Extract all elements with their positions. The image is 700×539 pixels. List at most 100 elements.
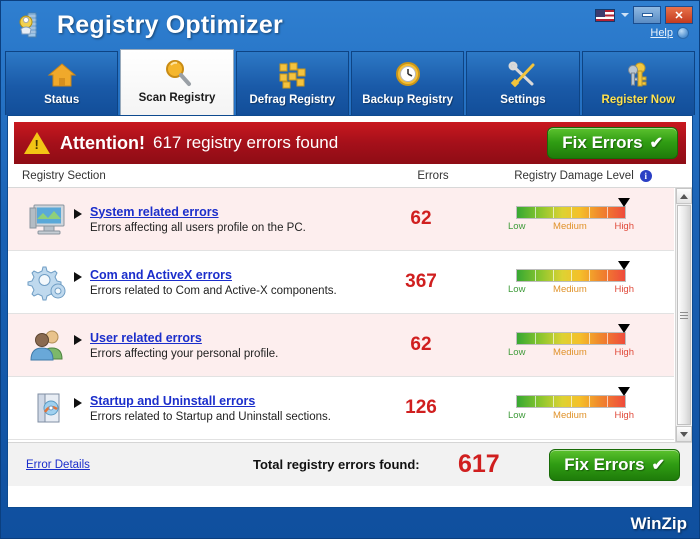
- section-link[interactable]: Startup and Uninstall errors: [90, 394, 331, 408]
- gauge-labels: Low Medium High: [508, 221, 634, 232]
- gauge-labels: Low Medium High: [508, 410, 634, 421]
- footer-bar: Error Details Total registry errors foun…: [8, 442, 692, 486]
- gauge-high-label: High: [614, 221, 634, 232]
- gauge-high-label: High: [614, 347, 634, 358]
- total-errors-value: 617: [458, 450, 500, 478]
- header-registry-section: Registry Section: [22, 169, 106, 182]
- error-details-link[interactable]: Error Details: [26, 459, 90, 471]
- table-row[interactable]: Com and ActiveX errors Errors related to…: [8, 251, 674, 314]
- help-link[interactable]: Help: [650, 27, 673, 39]
- title-bar: Registry Optimizer ✕ Help: [1, 1, 699, 49]
- damage-gauge-bar: [516, 324, 630, 345]
- content-panel: Attention! 617 registry errors found Fix…: [7, 115, 693, 508]
- row-text: Com and ActiveX errors Errors related to…: [74, 268, 366, 297]
- vertical-scrollbar[interactable]: [675, 188, 692, 442]
- tab-defrag-registry[interactable]: Defrag Registry: [235, 51, 349, 115]
- tab-backup-registry-label: Backup Registry: [362, 94, 454, 106]
- section-link[interactable]: User related errors: [90, 331, 278, 345]
- row-damage-gauge: Low Medium High: [476, 387, 666, 421]
- scrollbar-thumb[interactable]: [677, 205, 691, 425]
- fix-errors-top-label: Fix Errors: [562, 133, 643, 152]
- minimize-button[interactable]: [633, 6, 661, 24]
- scroll-down-button[interactable]: [676, 426, 692, 442]
- section-description: Errors related to Startup and Uninstall …: [90, 410, 331, 423]
- tab-scan-registry-label: Scan Registry: [138, 92, 216, 104]
- gauge-medium-label: Medium: [553, 347, 587, 358]
- section-link[interactable]: Com and ActiveX errors: [90, 268, 337, 282]
- gauge-low-label: Low: [508, 347, 526, 358]
- header-errors: Errors: [417, 169, 449, 182]
- gauge-medium-label: Medium: [553, 284, 587, 295]
- tab-backup-registry[interactable]: Backup Registry: [350, 51, 465, 115]
- blocks-icon: [277, 59, 307, 91]
- expand-arrow-icon[interactable]: [74, 208, 82, 219]
- tab-status[interactable]: Status: [5, 51, 119, 115]
- users-icon: [22, 326, 74, 364]
- registry-optimizer-icon: [15, 10, 45, 40]
- keys-icon: [623, 59, 653, 91]
- row-damage-gauge: Low Medium High: [476, 324, 666, 358]
- expand-arrow-icon[interactable]: [74, 334, 82, 345]
- tab-bar: Status Scan Registry Defrag Registry Bac…: [1, 49, 699, 115]
- table-row[interactable]: User related errors Errors affecting you…: [8, 314, 674, 377]
- tab-register-now-label: Register Now: [601, 94, 676, 106]
- attention-message: 617 registry errors found: [152, 133, 339, 152]
- clock-icon: [393, 59, 423, 91]
- tab-status-label: Status: [44, 94, 80, 106]
- section-link[interactable]: System related errors: [90, 205, 306, 219]
- tab-defrag-registry-label: Defrag Registry: [249, 94, 336, 106]
- section-description: Errors affecting your personal profile.: [90, 347, 279, 360]
- chevron-down-icon: [680, 431, 688, 437]
- gauge-low-label: Low: [508, 221, 526, 232]
- gauge-labels: Low Medium High: [508, 284, 634, 295]
- help-icon[interactable]: [677, 27, 689, 39]
- tab-settings-label: Settings: [500, 94, 546, 106]
- brand-label: WinZip: [630, 514, 688, 533]
- us-flag-icon[interactable]: [595, 8, 615, 22]
- attention-label: Attention!: [60, 132, 145, 153]
- damage-marker-icon: [618, 261, 630, 270]
- tab-register-now[interactable]: Register Now: [581, 51, 695, 115]
- check-icon: ✔: [651, 457, 665, 474]
- tab-scan-registry[interactable]: Scan Registry: [120, 49, 234, 115]
- attention-banner: Attention! 617 registry errors found Fix…: [14, 122, 686, 164]
- row-error-count: 367: [405, 271, 437, 292]
- close-button[interactable]: ✕: [665, 6, 693, 24]
- table-row[interactable]: Startup and Uninstall errors Errors rela…: [8, 377, 674, 440]
- rows-list: System related errors Errors affecting a…: [8, 188, 674, 442]
- gauge-low-label: Low: [508, 410, 526, 421]
- expand-arrow-icon[interactable]: [74, 271, 82, 282]
- section-description: Errors affecting all users profile on th…: [90, 221, 306, 234]
- gauge-labels: Low Medium High: [508, 347, 634, 358]
- total-errors-label: Total registry errors found:: [253, 457, 420, 472]
- window-controls: ✕: [595, 6, 693, 24]
- app-title: Registry Optimizer: [57, 10, 283, 39]
- tab-settings[interactable]: Settings: [466, 51, 580, 115]
- fix-errors-button-bottom[interactable]: Fix Errors ✔: [549, 449, 680, 481]
- registry-optimizer-window: Registry Optimizer ✕ Help Status Scan Re…: [0, 0, 700, 539]
- row-text: User related errors Errors affecting you…: [74, 331, 366, 360]
- fix-errors-button-top[interactable]: Fix Errors ✔: [547, 127, 678, 159]
- warning-triangle-icon: [24, 132, 50, 154]
- row-text: Startup and Uninstall errors Errors rela…: [74, 394, 366, 423]
- table-header: Registry Section Errors Registry Damage …: [8, 164, 692, 188]
- status-bar: WinZip: [1, 510, 699, 538]
- table-row[interactable]: System related errors Errors affecting a…: [8, 188, 674, 251]
- row-error-count: 62: [410, 208, 432, 229]
- expand-arrow-icon[interactable]: [74, 397, 82, 408]
- scroll-up-button[interactable]: [676, 188, 692, 204]
- info-icon[interactable]: i: [639, 169, 652, 182]
- damage-marker-icon: [618, 387, 630, 396]
- language-chevron-down-icon[interactable]: [621, 13, 629, 17]
- rows-area: System related errors Errors affecting a…: [8, 188, 692, 442]
- damage-gauge-bar: [516, 387, 630, 408]
- magnifier-icon: [162, 57, 192, 89]
- fix-errors-bottom-label: Fix Errors: [564, 455, 645, 474]
- row-text: System related errors Errors affecting a…: [74, 205, 366, 234]
- damage-gauge-bar: [516, 198, 630, 219]
- damage-gauge-bar: [516, 261, 630, 282]
- gauge-low-label: Low: [508, 284, 526, 295]
- tools-icon: [508, 59, 538, 91]
- gauge-medium-label: Medium: [553, 410, 587, 421]
- damage-marker-icon: [618, 198, 630, 207]
